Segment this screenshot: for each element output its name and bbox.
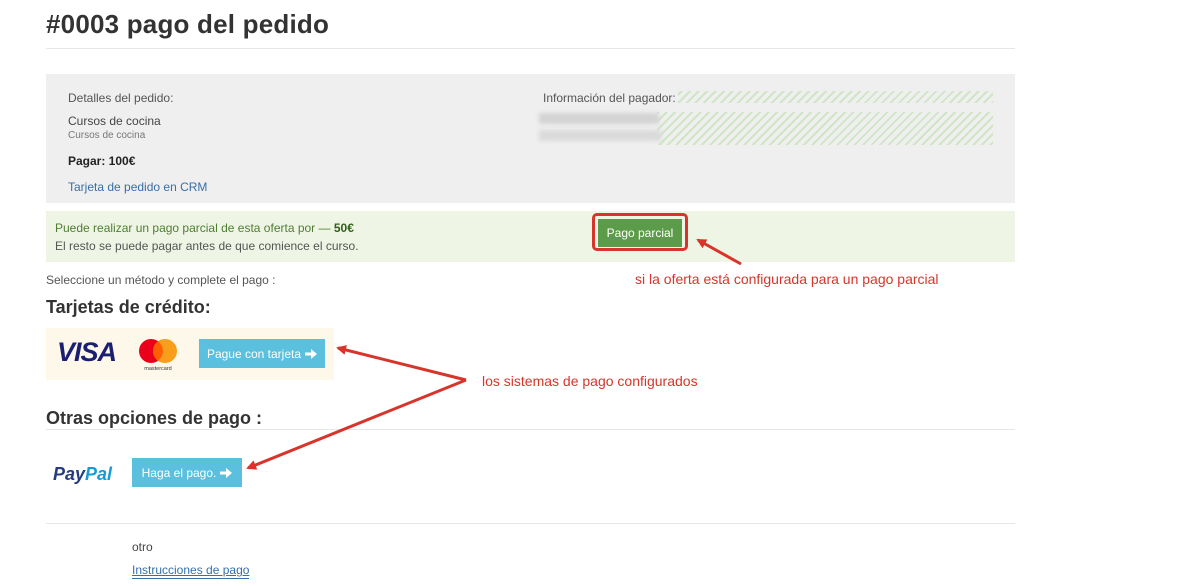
arrow-right-icon <box>305 348 318 359</box>
payer-info-redacted <box>672 91 993 103</box>
partial-payment-prefix: Puede realizar un pago parcial de esta o… <box>55 221 334 235</box>
paypal-logo: PayPal <box>53 464 112 485</box>
mastercard-logo: mastercard <box>139 339 177 372</box>
payer-details-redacted <box>657 112 993 145</box>
arrow-to-paypal-button <box>246 378 467 470</box>
course-name: Cursos de cocina <box>68 114 161 128</box>
payer-email-blurred <box>539 130 661 141</box>
visa-logo: VISA <box>57 337 117 367</box>
arrow-to-card-button <box>336 345 467 382</box>
payer-name-blurred <box>539 113 659 124</box>
payment-instructions-link[interactable]: Instrucciones de pago <box>132 563 250 579</box>
pay-with-card-label: Pague con tarjeta <box>206 346 302 361</box>
order-details-panel: Detalles del pedido: Cursos de cocina Cu… <box>46 74 1015 203</box>
title-divider <box>46 48 1015 49</box>
partial-payment-panel: Puede realizar un pago parcial de esta o… <box>46 211 1015 262</box>
partial-payment-amount: 50€ <box>333 221 354 235</box>
course-subtitle: Cursos de cocina <box>68 130 146 141</box>
paypal-logo-pay: Pay <box>53 464 86 484</box>
paypal-logo-pal: Pal <box>85 464 113 484</box>
annotation-systems: los sistemas de pago configurados <box>482 373 698 389</box>
pay-amount: Pagar: 100€ <box>68 154 136 168</box>
paypal-pay-button[interactable]: Haga el pago. <box>132 458 242 487</box>
crm-order-link[interactable]: Tarjeta de pedido en CRM <box>68 180 207 194</box>
partial-payment-text: Puede realizar un pago parcial de esta o… <box>55 221 354 235</box>
other-options-divider <box>46 429 1015 430</box>
arrow-right-icon <box>220 467 233 478</box>
order-details-label: Detalles del pedido: <box>68 91 174 105</box>
partial-remaining-text: El resto se puede pagar antes de que com… <box>55 239 359 253</box>
paypal-pay-label: Haga el pago. <box>141 465 217 480</box>
partial-payment-button[interactable]: Pago parcial <box>598 219 682 247</box>
page-title: #0003 pago del pedido <box>46 9 330 39</box>
other-divider <box>46 523 1015 524</box>
select-method-text: Seleccione un método y complete el pago … <box>46 273 276 287</box>
pay-with-card-button[interactable]: Pague con tarjeta <box>199 339 325 368</box>
other-method-label: otro <box>132 540 153 554</box>
other-options-heading: Otras opciones de pago : <box>46 408 263 428</box>
credit-cards-heading: Tarjetas de crédito: <box>46 297 211 317</box>
mastercard-wordmark: mastercard <box>144 366 172 372</box>
annotation-partial: si la oferta está configurada para un pa… <box>635 271 939 287</box>
payer-info-label: Información del pagador: <box>543 91 678 105</box>
